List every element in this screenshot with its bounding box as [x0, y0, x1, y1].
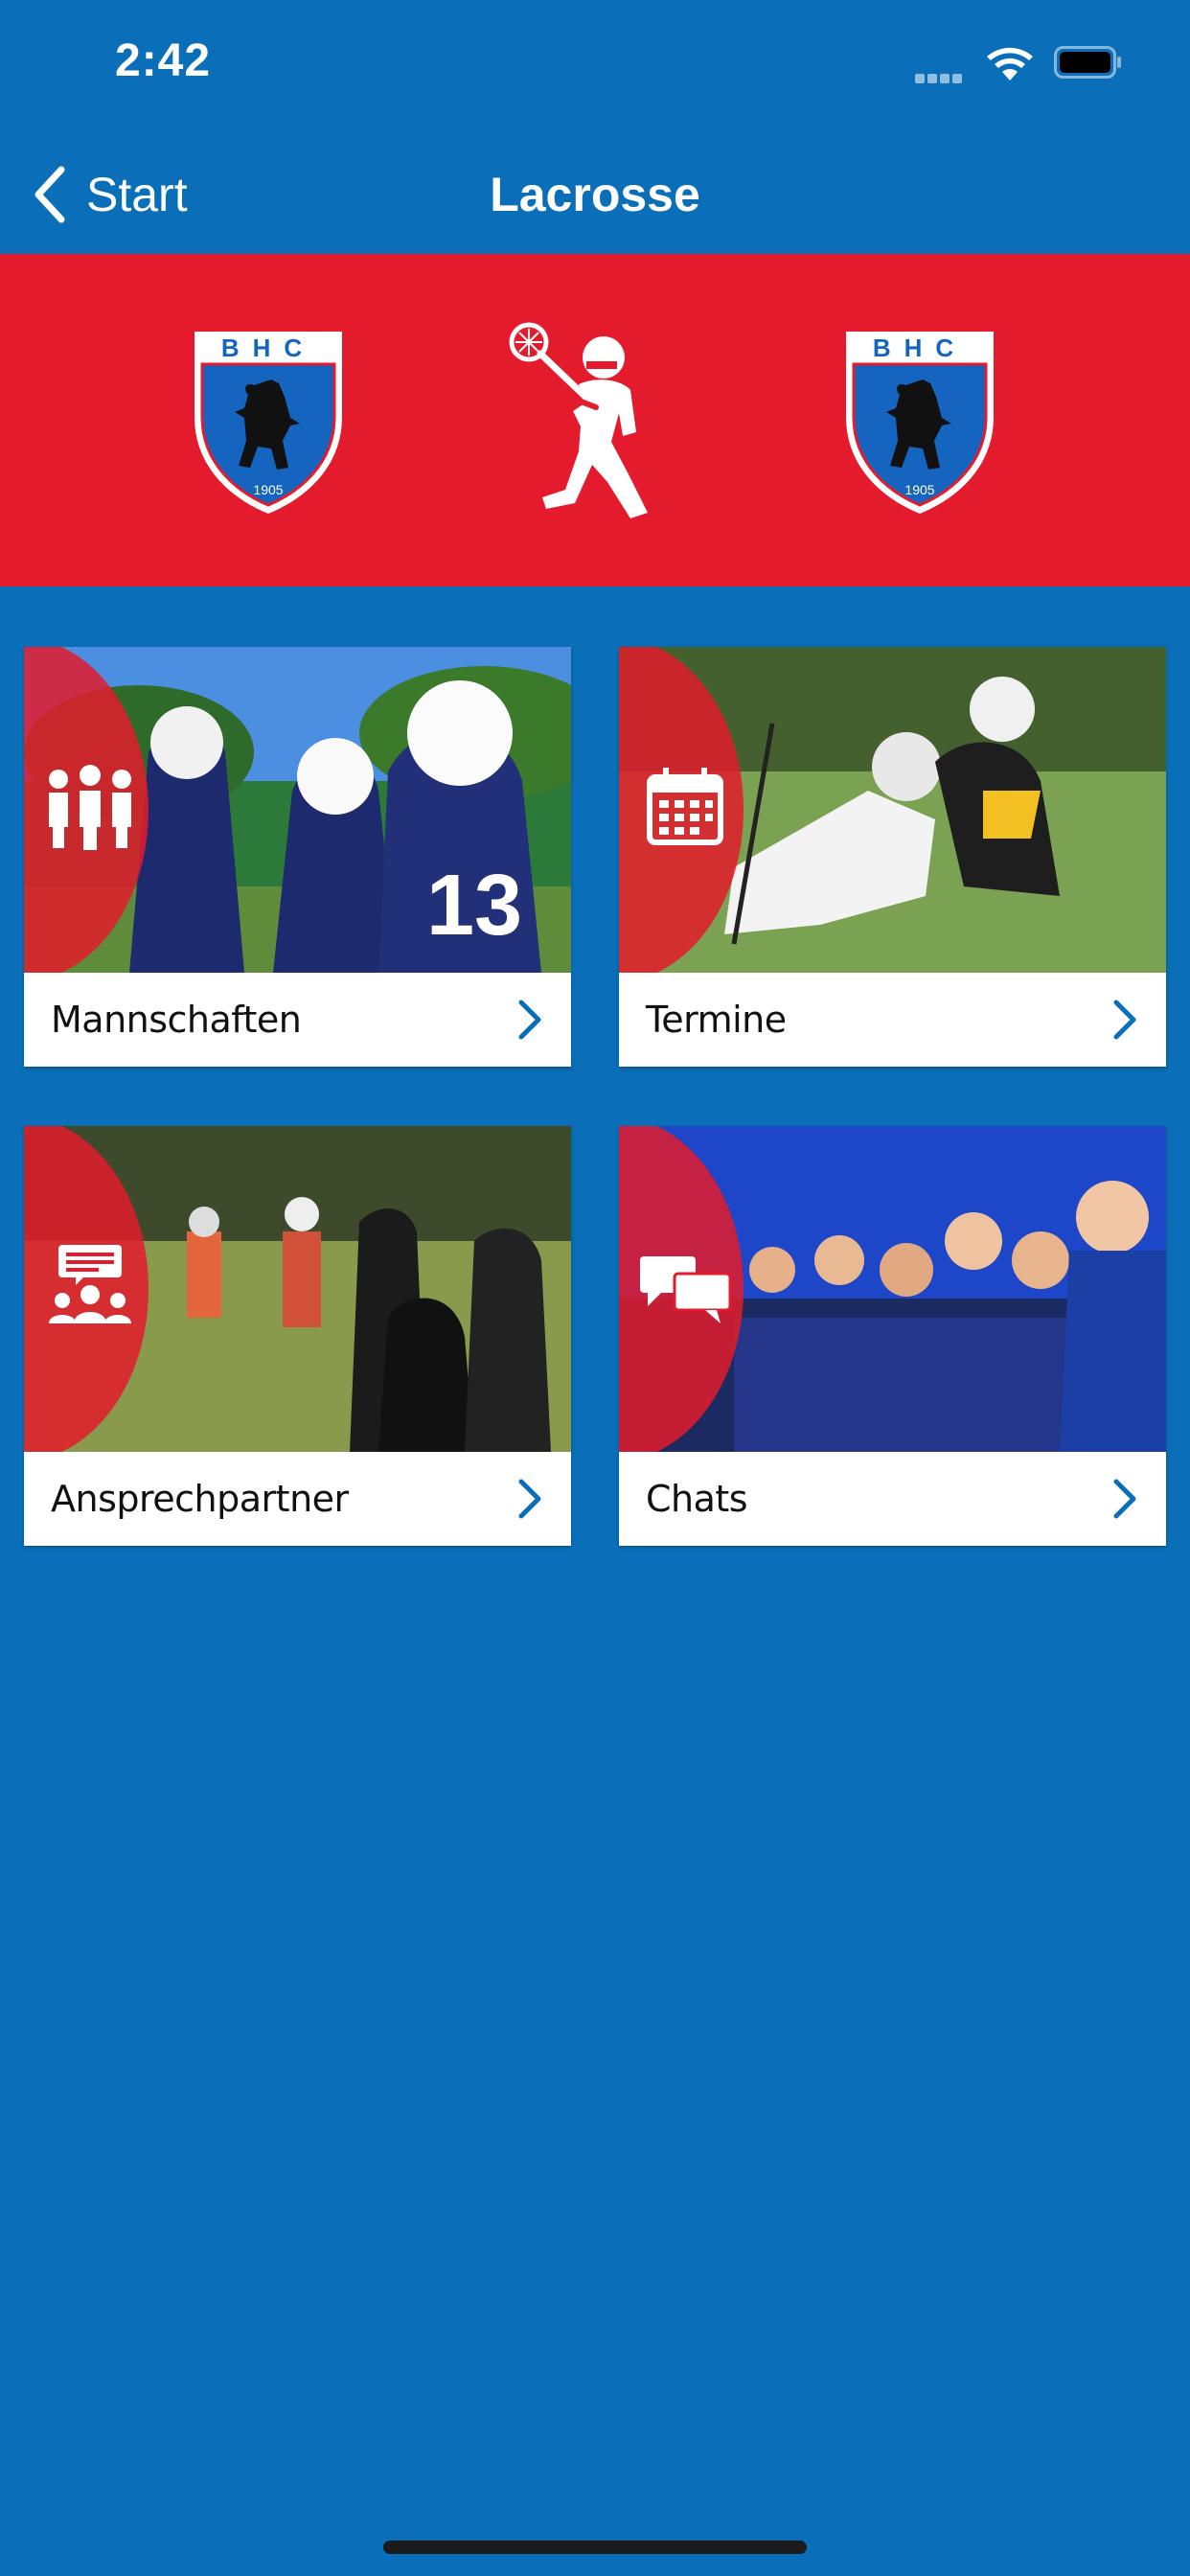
page-title: Lacrosse: [490, 168, 700, 221]
tile-photo: [619, 1126, 1166, 1452]
team-icon: [49, 765, 131, 850]
wifi-icon: [987, 47, 1033, 80]
status-time: 2:42: [115, 35, 212, 86]
home-indicator[interactable]: [383, 2541, 807, 2554]
chat-bubbles-icon: [640, 1256, 732, 1323]
svg-text:1905: 1905: [253, 482, 283, 497]
navigation-bar: Start Lacrosse: [0, 134, 1190, 254]
lacrosse-player-icon: [509, 322, 648, 518]
tile-caption: Mannschaften: [24, 973, 571, 1067]
chevron-right-icon: [1113, 1479, 1136, 1519]
calendar-icon: [647, 768, 723, 845]
chevron-right-icon: [518, 1479, 541, 1519]
bhc-crest-icon: BHC 1905: [846, 332, 994, 514]
tile-photo: 13: [24, 647, 571, 973]
svg-text:BHC: BHC: [873, 334, 967, 362]
tile-photo: [619, 647, 1166, 973]
contact-person-icon: [49, 1245, 131, 1323]
tile-label: Chats: [646, 1478, 748, 1520]
tile-mannschaften[interactable]: 13 Mannschaften: [24, 647, 571, 1067]
tile-caption: Ansprechpartner: [24, 1452, 571, 1546]
tile-caption: Termine: [619, 973, 1166, 1067]
svg-text:1905: 1905: [904, 482, 934, 497]
tile-label: Ansprechpartner: [51, 1478, 349, 1520]
tile-label: Termine: [646, 999, 787, 1041]
cellular-signal-icon: [915, 71, 965, 88]
chevron-right-icon: [1113, 1000, 1136, 1040]
sport-banner: BHC 1905 BHC 1905: [0, 254, 1190, 586]
svg-text:BHC: BHC: [221, 334, 315, 362]
tile-photo: [24, 1126, 571, 1452]
tile-label: Mannschaften: [51, 999, 302, 1041]
battery-icon: [1054, 46, 1121, 79]
svg-text:13: 13: [426, 858, 522, 954]
tile-termine[interactable]: Termine: [619, 647, 1166, 1067]
status-bar: 2:42: [0, 0, 1190, 134]
chevron-right-icon: [518, 1000, 541, 1040]
bhc-crest-icon: BHC 1905: [195, 332, 342, 514]
tile-chats[interactable]: Chats: [619, 1126, 1166, 1546]
tile-ansprechpartner[interactable]: Ansprechpartner: [24, 1126, 571, 1546]
tile-caption: Chats: [619, 1452, 1166, 1546]
